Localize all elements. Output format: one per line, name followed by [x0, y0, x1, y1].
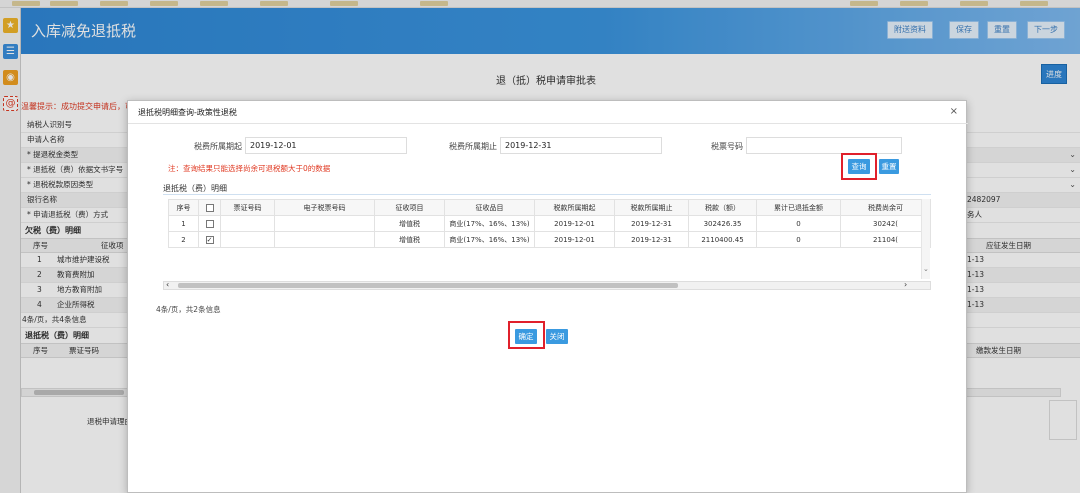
column-header: 税款（额） — [688, 199, 757, 216]
row-number: 2 — [168, 231, 199, 248]
column-header: 序号 — [168, 199, 199, 216]
start-date-cell: 2019-12-01 — [534, 231, 615, 248]
select-all-checkbox[interactable] — [198, 199, 221, 216]
dialog-title: 退抵税明细查询-政策性退税 — [138, 108, 237, 117]
chevron-right-icon[interactable]: › — [904, 280, 907, 289]
subitem-cell: 商业(17%、16%、13%) — [444, 231, 535, 248]
chevron-left-icon[interactable]: ‹ — [166, 280, 169, 289]
column-header: 票证号码 — [220, 199, 275, 216]
period-start-input[interactable]: 2019-12-01 — [245, 137, 407, 154]
ticket-number-input[interactable] — [746, 137, 902, 154]
column-header: 电子税票号码 — [274, 199, 375, 216]
amount-cell: 2110400.45 — [688, 231, 757, 248]
highlight-box — [841, 153, 877, 180]
period-start-label: 税费所属期起 — [194, 142, 242, 151]
section-title: 退抵税（费）明细 — [163, 184, 227, 193]
eticket-cell — [274, 215, 375, 232]
table-header-row: 序号 票证号码 电子税票号码 征收项目 征收品目 税款所属期起 税款所属期止 税… — [168, 199, 931, 216]
column-header: 累计已退抵金额 — [756, 199, 841, 216]
period-end-label: 税费所属期止 — [449, 142, 497, 151]
table-row[interactable]: 2 ✓ 增值税 商业(17%、16%、13%) 2019-12-01 2019-… — [168, 231, 931, 248]
item-cell: 增值税 — [374, 215, 445, 232]
highlight-box — [508, 321, 545, 349]
pager-info: 4条/页，共2条信息 — [156, 305, 221, 314]
column-header: 税费尚余可 — [840, 199, 931, 216]
row-checkbox[interactable]: ✓ — [198, 231, 221, 248]
ticket-number-label: 税票号码 — [711, 142, 743, 151]
column-header: 税款所属期起 — [534, 199, 615, 216]
column-header: 征收品目 — [444, 199, 535, 216]
remaining-cell: 30242( — [840, 215, 931, 232]
divider — [128, 123, 968, 124]
row-checkbox[interactable] — [198, 215, 221, 232]
start-date-cell: 2019-12-01 — [534, 215, 615, 232]
query-note: 注：查询结果只能选择尚余可退税额大于0的数据 — [168, 164, 331, 173]
close-icon[interactable]: × — [950, 106, 958, 117]
table-row[interactable]: 1 增值税 商业(17%、16%、13%) 2019-12-01 2019-12… — [168, 215, 931, 232]
refund-detail-table: 序号 票证号码 电子税票号码 征收项目 征收品目 税款所属期起 税款所属期止 税… — [168, 199, 931, 248]
eticket-cell — [274, 231, 375, 248]
scrollbar-thumb[interactable] — [178, 283, 678, 288]
vertical-scrollbar[interactable]: ⌄ — [921, 199, 930, 279]
refunded-cell: 0 — [756, 231, 841, 248]
ticket-number-cell — [220, 231, 275, 248]
period-end-input[interactable]: 2019-12-31 — [500, 137, 662, 154]
horizontal-scrollbar[interactable] — [163, 281, 931, 290]
ticket-number-cell — [220, 215, 275, 232]
row-number: 1 — [168, 215, 199, 232]
dialog-reset-button[interactable]: 重置 — [879, 159, 899, 174]
amount-cell: 302426.35 — [688, 215, 757, 232]
subitem-cell: 商业(17%、16%、13%) — [444, 215, 535, 232]
end-date-cell: 2019-12-31 — [614, 231, 689, 248]
query-dialog: 退抵税明细查询-政策性退税 × 税费所属期起 2019-12-01 税费所属期止… — [127, 100, 968, 493]
remaining-cell: 21104( — [840, 231, 931, 248]
refunded-cell: 0 — [756, 215, 841, 232]
end-date-cell: 2019-12-31 — [614, 215, 689, 232]
column-header: 征收项目 — [374, 199, 445, 216]
close-button[interactable]: 关闭 — [546, 329, 568, 344]
chevron-down-icon[interactable]: ⌄ — [923, 265, 929, 273]
column-header: 税款所属期止 — [614, 199, 689, 216]
divider — [163, 194, 931, 195]
item-cell: 增值税 — [374, 231, 445, 248]
